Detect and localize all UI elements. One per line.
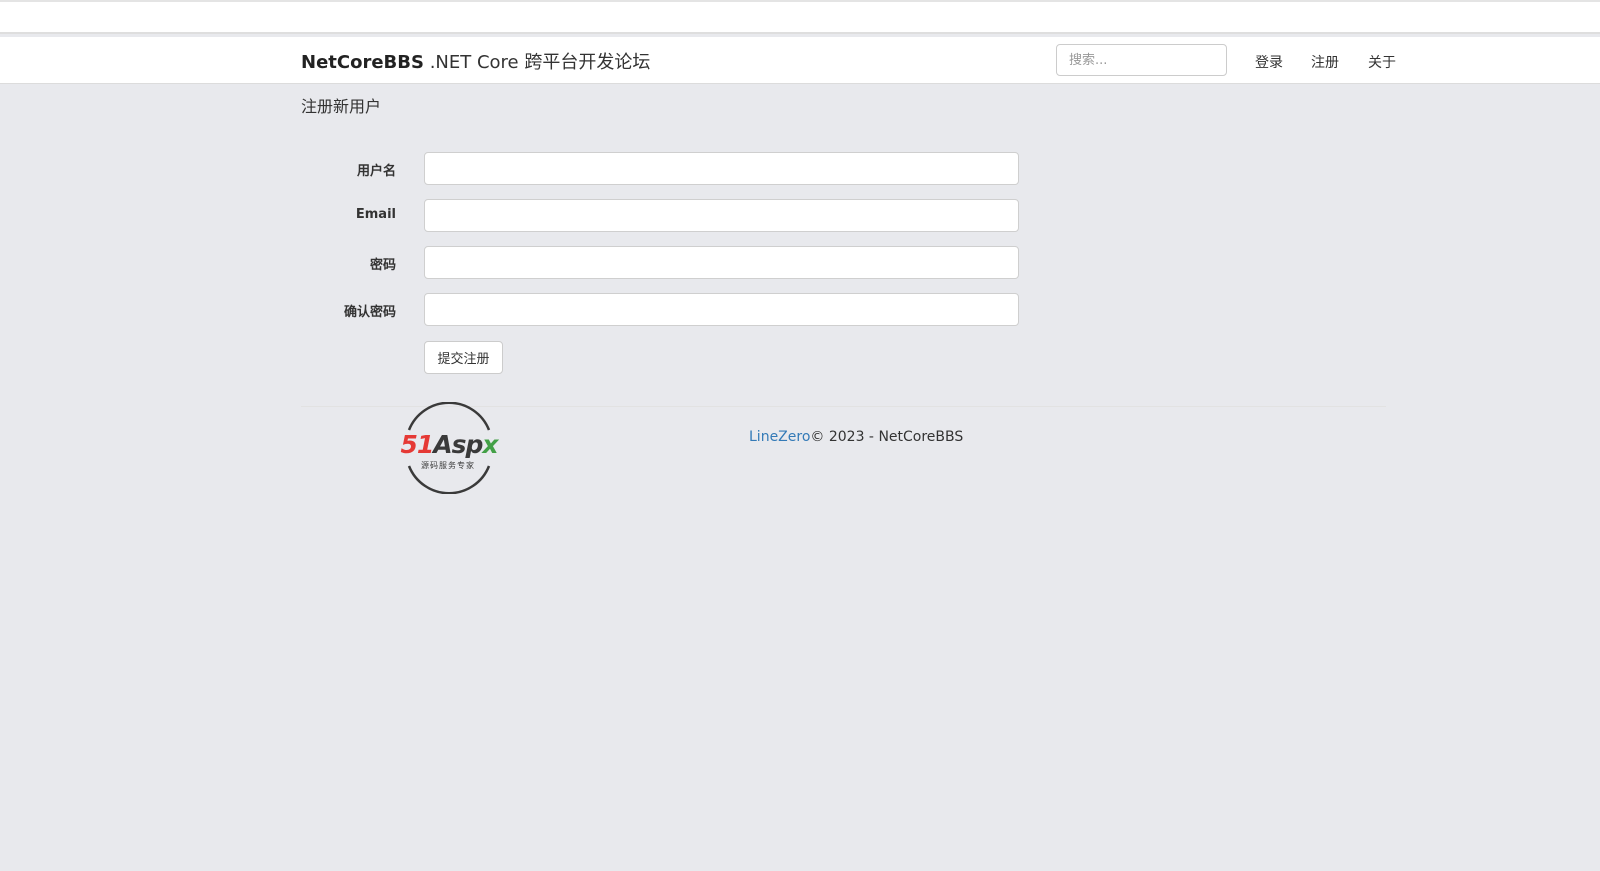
username-input[interactable]: [424, 152, 1019, 185]
nav-register-link[interactable]: 注册: [1311, 52, 1339, 72]
51aspx-logo: 51Aspx 源码服务专家: [400, 402, 500, 494]
email-label: Email: [355, 207, 396, 222]
author-link[interactable]: LineZero: [749, 429, 810, 445]
submit-register-button[interactable]: 提交注册: [424, 341, 503, 374]
brand[interactable]: NetCoreBBS .NET Core 跨平台开发论坛: [301, 48, 650, 74]
username-label: 用户名: [356, 164, 396, 179]
brand-subtitle: .NET Core 跨平台开发论坛: [429, 52, 651, 73]
page-title: 注册新用户: [301, 97, 382, 116]
nav-login-link[interactable]: 登录: [1255, 52, 1283, 72]
navbar: NetCoreBBS .NET Core 跨平台开发论坛 登录 注册 关于: [0, 37, 1600, 84]
password-input[interactable]: [424, 246, 1019, 279]
confirm-password-input[interactable]: [424, 293, 1019, 326]
footer-text: LineZero© 2023 - NetCoreBBS: [749, 429, 963, 445]
search-input[interactable]: [1056, 44, 1227, 76]
email-input[interactable]: [424, 199, 1019, 232]
password-label: 密码: [369, 258, 396, 273]
copyright-text: © 2023 - NetCoreBBS: [810, 429, 964, 445]
top-strip: [0, 0, 1600, 34]
nav-about-link[interactable]: 关于: [1368, 52, 1396, 72]
svg-text:51Aspx: 51Aspx: [400, 430, 499, 459]
confirm-password-label: 确认密码: [343, 305, 396, 320]
svg-text:源码服务专家: 源码服务专家: [421, 460, 475, 470]
brand-name[interactable]: NetCoreBBS: [301, 52, 424, 73]
